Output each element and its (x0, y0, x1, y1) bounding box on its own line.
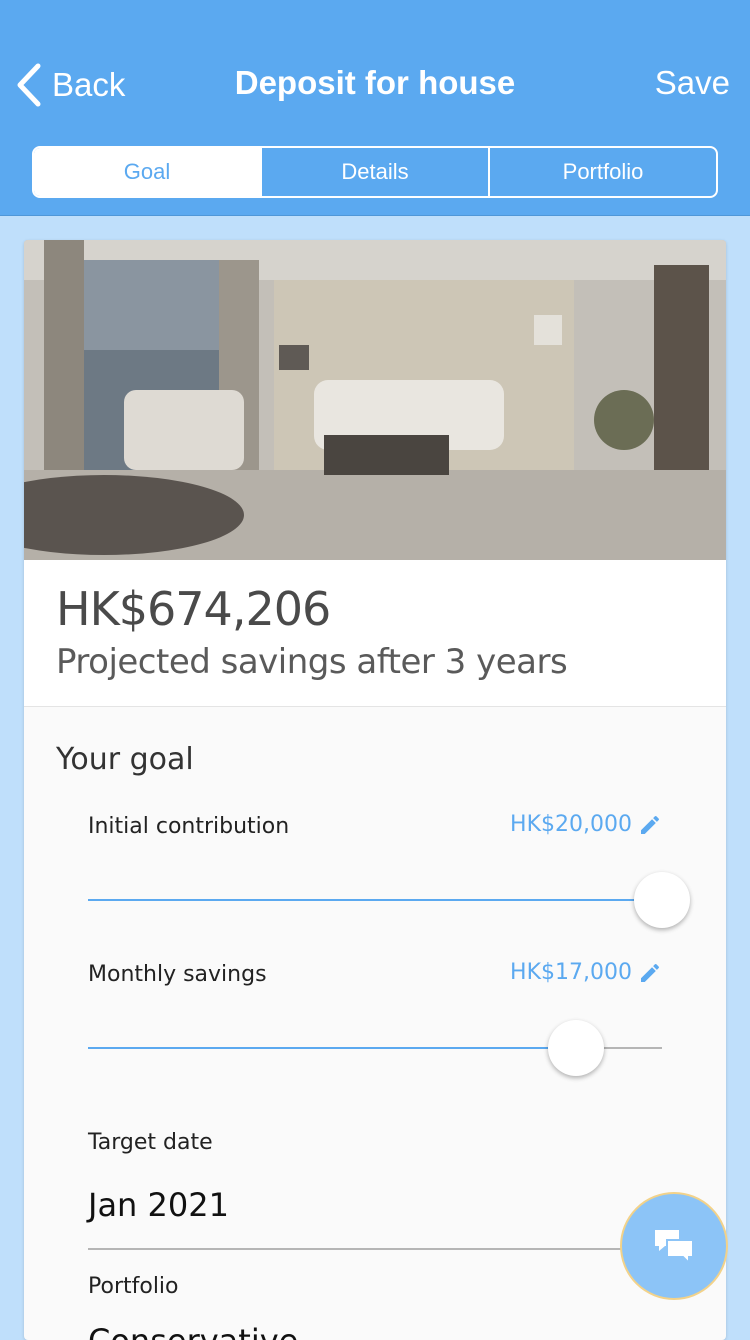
section-title: Your goal (56, 742, 194, 777)
tab-details[interactable]: Details (260, 148, 488, 196)
target-date-value[interactable]: Jan 2021 (88, 1186, 229, 1224)
segmented-control: Goal Details Portfolio (32, 146, 718, 198)
initial-contribution-amount: HK$20,000 (510, 812, 632, 837)
initial-contribution-value[interactable]: HK$20,000 (510, 812, 662, 837)
slider-fill (88, 899, 662, 901)
slider-thumb[interactable] (547, 1020, 604, 1076)
initial-contribution-slider[interactable] (88, 872, 690, 928)
target-date-label: Target date (88, 1130, 213, 1155)
initial-contribution-label: Initial contribution (88, 814, 290, 839)
projected-amount: HK$674,206 (56, 582, 331, 636)
projection-summary: HK$674,206 Projected savings after 3 yea… (24, 560, 726, 707)
goal-card: HK$674,206 Projected savings after 3 yea… (24, 240, 726, 1340)
target-date-underline (88, 1248, 662, 1250)
page-title: Deposit for house (234, 64, 516, 101)
nav-bar: Back Deposit for house Save Goal Details… (0, 0, 750, 216)
slider-thumb[interactable] (634, 872, 690, 928)
chat-bubbles-icon (655, 1230, 694, 1266)
tab-portfolio[interactable]: Portfolio (488, 148, 716, 196)
goal-cover-image (24, 240, 726, 560)
monthly-savings-label: Monthly savings (88, 962, 267, 987)
portfolio-label: Portfolio (88, 1274, 179, 1299)
pencil-icon (641, 963, 660, 982)
monthly-savings-value[interactable]: HK$17,000 (510, 960, 662, 985)
tab-goal[interactable]: Goal (34, 148, 260, 196)
chat-button[interactable] (620, 1192, 728, 1300)
slider-fill (88, 1047, 576, 1049)
monthly-savings-slider[interactable] (88, 1020, 662, 1076)
pencil-icon (641, 815, 660, 834)
living-room-illustration (24, 240, 726, 560)
save-button[interactable]: Save (655, 64, 730, 102)
projection-subtitle: Projected savings after 3 years (56, 642, 568, 682)
monthly-savings-amount: HK$17,000 (510, 960, 632, 985)
portfolio-value[interactable]: Conservative (88, 1322, 298, 1340)
